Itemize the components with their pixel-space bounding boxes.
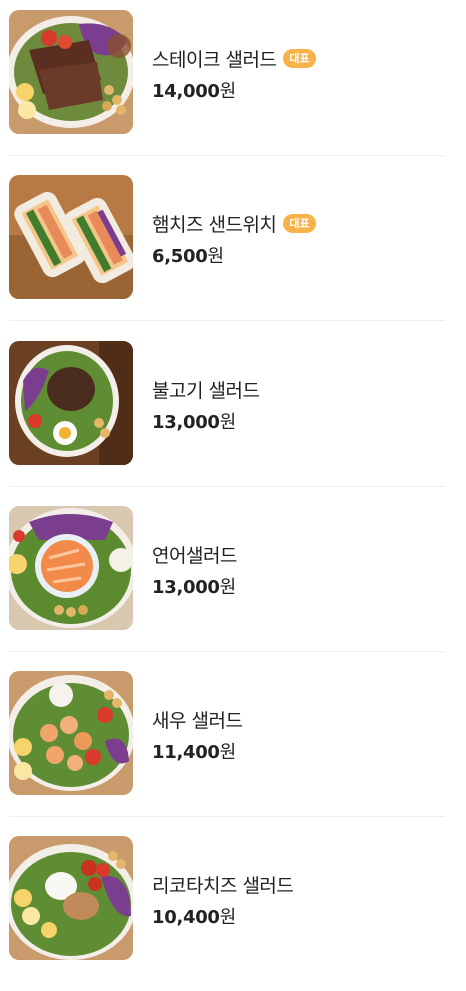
price-value: 13,000 xyxy=(152,577,220,598)
divider xyxy=(9,486,445,487)
menu-item-name-row: 햄치즈 샌드위치 대표 xyxy=(152,209,316,237)
price-unit: 원 xyxy=(219,81,237,102)
menu-item-price: 13,000원 xyxy=(152,573,236,599)
menu-item-salmon-salad[interactable]: 연어샐러드 13,000원 xyxy=(0,496,466,661)
shrimp-salad-photo xyxy=(9,671,133,795)
divider xyxy=(9,155,445,156)
menu-item-price: 11,400원 xyxy=(152,738,236,764)
price-value: 13,000 xyxy=(152,412,220,433)
menu-item-name-row: 리코타치즈 샐러드 xyxy=(152,870,294,898)
divider xyxy=(9,320,445,321)
price-unit: 원 xyxy=(207,246,224,267)
ham-cheese-sandwich-photo xyxy=(9,175,133,299)
menu-item-name-row: 연어샐러드 xyxy=(152,540,237,568)
menu-item-price: 6,500원 xyxy=(152,242,224,268)
price-value: 14,000 xyxy=(152,81,220,102)
price-unit: 원 xyxy=(219,412,237,433)
menu-item-name: 불고기 샐러드 xyxy=(152,379,260,402)
menu-item-name: 연어샐러드 xyxy=(152,544,237,567)
menu-item-name: 새우 샐러드 xyxy=(152,709,243,732)
menu-item-ricotta-cheese-salad[interactable]: 리코타치즈 샐러드 10,400원 xyxy=(0,826,466,991)
menu-item-price: 14,000원 xyxy=(152,77,236,103)
divider xyxy=(9,651,445,652)
bulgogi-salad-photo xyxy=(9,341,133,465)
divider xyxy=(9,816,445,817)
price-value: 11,400 xyxy=(152,742,220,763)
menu-item-price: 10,400원 xyxy=(152,903,236,929)
signature-badge: 대표 xyxy=(283,213,316,233)
salmon-salad-photo xyxy=(9,506,133,630)
menu-item-shrimp-salad[interactable]: 새우 샐러드 11,400원 xyxy=(0,661,466,826)
price-unit: 원 xyxy=(219,907,237,928)
price-unit: 원 xyxy=(219,742,237,763)
menu-item-name: 스테이크 샐러드 xyxy=(152,48,277,71)
menu-item-name-row: 스테이크 샐러드 대표 xyxy=(152,44,316,72)
menu-item-name: 햄치즈 샌드위치 xyxy=(152,213,277,236)
price-value: 6,500 xyxy=(152,246,208,267)
menu-item-name: 리코타치즈 샐러드 xyxy=(152,874,294,897)
price-unit: 원 xyxy=(219,577,237,598)
price-value: 10,400 xyxy=(152,907,220,928)
menu-item-name-row: 불고기 샐러드 xyxy=(152,375,260,403)
menu-item-name-row: 새우 샐러드 xyxy=(152,705,243,733)
ricotta-cheese-salad-photo xyxy=(9,836,133,960)
menu-item-bulgogi-salad[interactable]: 불고기 샐러드 13,000원 xyxy=(0,331,466,496)
signature-badge: 대표 xyxy=(283,48,316,68)
steak-salad-photo xyxy=(9,10,133,134)
menu-item-steak-salad[interactable]: 스테이크 샐러드 대표 14,000원 xyxy=(0,0,466,165)
menu-item-ham-cheese-sandwich[interactable]: 햄치즈 샌드위치 대표 6,500원 xyxy=(0,165,466,330)
menu-item-price: 13,000원 xyxy=(152,408,236,434)
